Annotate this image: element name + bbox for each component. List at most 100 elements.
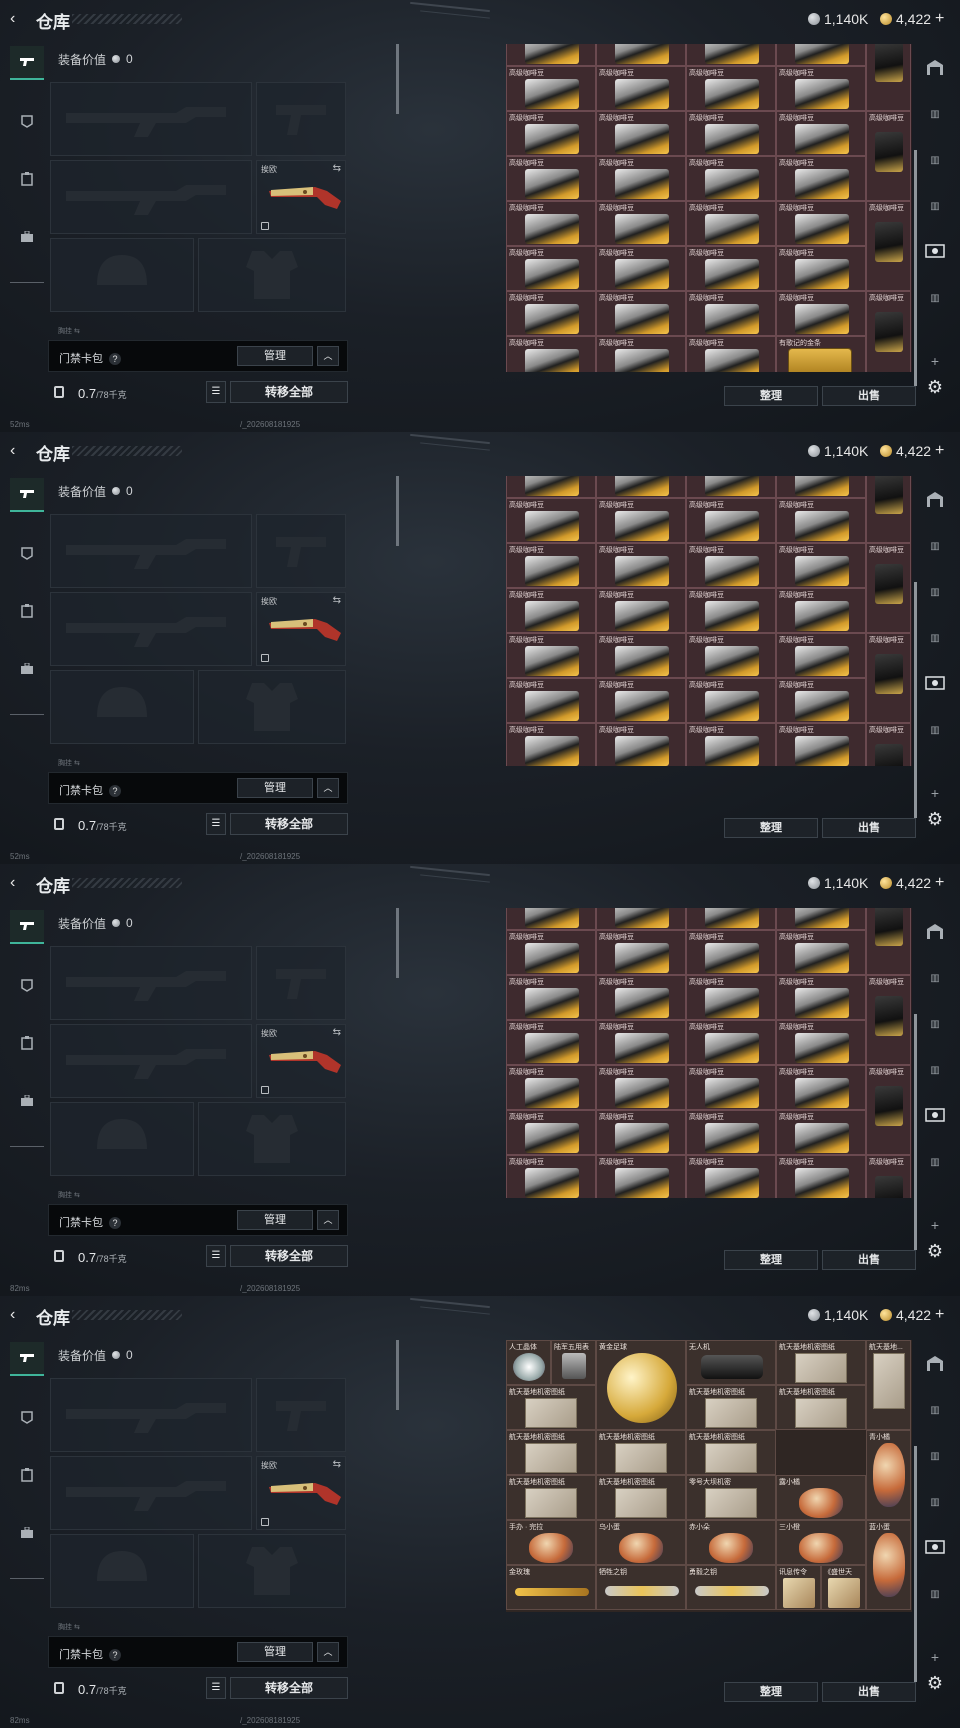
coffee-bean-cell[interactable]: 高级咖啡豆 <box>776 498 866 543</box>
storage-slot-icon[interactable]: ▥ <box>922 1400 948 1422</box>
helmet-slot[interactable] <box>50 1534 194 1608</box>
storage-slot-icon[interactable]: ▥ <box>922 1492 948 1514</box>
collectible-cell[interactable]: 陆军五用表 <box>551 1340 596 1385</box>
coffee-bean-cell[interactable]: 高级咖啡豆 <box>686 1020 776 1065</box>
collectible-cell[interactable]: 蓝小蛋 <box>866 1520 911 1610</box>
list-view-button[interactable]: ☰ <box>206 813 226 835</box>
body-armor-slot[interactable] <box>198 238 346 312</box>
camera-storage-icon[interactable] <box>922 1106 948 1128</box>
coffee-bean-cell[interactable]: 高级咖啡豆 <box>506 678 596 723</box>
settings-gear-icon[interactable]: ⚙ <box>922 376 948 398</box>
coffee-bean-cell[interactable]: 高级咖啡豆 <box>506 908 596 930</box>
coffee-bean-cell[interactable]: 高级咖啡豆 <box>506 930 596 975</box>
collapse-button[interactable]: ︿ <box>317 1210 339 1230</box>
coffee-bean-cell[interactable]: 高级咖啡豆 <box>686 291 776 336</box>
storage-slot-icon[interactable]: ▥ <box>922 288 948 310</box>
collectible-cell[interactable]: 手办 · 完拉 <box>506 1520 596 1565</box>
list-view-button[interactable]: ☰ <box>206 1677 226 1699</box>
storage-slot-icon[interactable]: ▥ <box>922 968 948 990</box>
add-currency-icon[interactable]: + <box>935 443 944 459</box>
transfer-all-button[interactable]: 转移全部 <box>230 1677 348 1699</box>
coffee-bean-cell[interactable]: 高级咖啡豆 <box>596 66 686 111</box>
coffee-bean-cell[interactable]: 高级咖啡豆 <box>596 336 686 372</box>
primary-weapon-slot[interactable] <box>50 514 252 588</box>
briefcase-tab-icon[interactable] <box>10 1084 44 1118</box>
settings-gear-icon[interactable]: ⚙ <box>922 1240 948 1262</box>
manage-button[interactable]: 管理 <box>237 346 313 366</box>
melee-slot[interactable]: 挨欧 ⇆ <box>256 1456 346 1530</box>
coffee-bean-cell[interactable]: 高级咖啡豆 <box>506 1110 596 1155</box>
coffee-bean-cell[interactable]: 高级咖啡豆 <box>506 246 596 291</box>
list-view-button[interactable]: ☰ <box>206 381 226 403</box>
coffee-bean-cell[interactable]: 高级咖啡豆 <box>506 201 596 246</box>
collapse-button[interactable]: ︿ <box>317 1642 339 1662</box>
inventory-scrollbar[interactable] <box>914 1446 917 1682</box>
coffee-bean-cell[interactable]: 高级咖啡豆 <box>776 201 866 246</box>
add-currency-icon[interactable]: + <box>935 11 944 27</box>
collectible-cell[interactable]: 勇毅之钥 <box>686 1565 776 1610</box>
coffee-bean-cell[interactable]: 高级咖啡豆 <box>596 930 686 975</box>
collectible-cell[interactable]: 无人机 <box>686 1340 776 1385</box>
collectible-cell[interactable]: 航天基地机密图纸 <box>686 1430 776 1475</box>
storage-slot-icon[interactable]: ▥ <box>922 1446 948 1468</box>
sort-button[interactable]: 整理 <box>724 1682 818 1702</box>
briefcase-tab-icon[interactable] <box>10 652 44 686</box>
weapon-tab-icon[interactable] <box>10 478 44 512</box>
inventory-grid[interactable]: 高级咖啡豆 高级咖啡豆 高级咖啡豆 高级咖啡豆 高级咖啡豆 高级咖啡豆 高级咖啡豆 高级咖啡豆… <box>506 44 912 372</box>
coffee-bag-cell[interactable]: 高级咖啡豆 <box>866 975 911 1065</box>
body-armor-slot[interactable] <box>198 670 346 744</box>
coffee-bean-cell[interactable]: 高级咖啡豆 <box>686 498 776 543</box>
settings-gear-icon[interactable]: ⚙ <box>922 808 948 830</box>
coffee-bean-cell[interactable]: 高级咖啡豆 <box>686 975 776 1020</box>
collectible-cell[interactable]: 露小橘 <box>776 1475 866 1520</box>
sort-button[interactable]: 整理 <box>724 818 818 838</box>
list-view-button[interactable]: ☰ <box>206 1245 226 1267</box>
pistol-slot[interactable] <box>256 82 346 156</box>
pistol-slot[interactable] <box>256 1378 346 1452</box>
coffee-bean-cell[interactable]: 高级咖啡豆 <box>686 336 776 372</box>
add-storage-icon[interactable]: + <box>922 350 948 372</box>
coffee-bean-cell[interactable]: 高级咖啡豆 <box>596 498 686 543</box>
equipment-scrollbar[interactable] <box>396 44 399 114</box>
coffee-bean-cell[interactable]: 高级咖啡豆 <box>596 543 686 588</box>
help-icon[interactable]: ? <box>109 1217 121 1229</box>
collectible-cell[interactable]: 航天基地机密图纸 <box>506 1430 596 1475</box>
equipment-scrollbar[interactable] <box>396 476 399 546</box>
coffee-bean-cell[interactable]: 高级咖啡豆 <box>686 543 776 588</box>
coffee-bean-cell[interactable]: 高级咖啡豆 <box>506 111 596 156</box>
helmet-slot[interactable] <box>50 670 194 744</box>
garage-icon[interactable] <box>922 922 948 944</box>
coffee-bean-cell[interactable]: 高级咖啡豆 <box>506 476 596 498</box>
inventory-grid[interactable]: 高级咖啡豆 高级咖啡豆 高级咖啡豆 高级咖啡豆 高级咖啡豆 高级咖啡豆 高级咖啡豆 高级咖啡豆… <box>506 476 912 766</box>
coffee-bean-cell[interactable]: 高级咖啡豆 <box>776 111 866 156</box>
storage-slot-icon[interactable]: ▥ <box>922 1152 948 1174</box>
coffee-bean-cell[interactable]: 高级咖啡豆 <box>686 930 776 975</box>
camera-storage-icon[interactable] <box>922 674 948 696</box>
add-storage-icon[interactable]: + <box>922 1214 948 1236</box>
coffee-bean-cell[interactable]: 高级咖啡豆 <box>776 723 866 766</box>
coffee-bean-cell[interactable]: 高级咖啡豆 <box>776 156 866 201</box>
sort-button[interactable]: 整理 <box>724 1250 818 1270</box>
coffee-bean-cell[interactable]: 高级咖啡豆 <box>686 678 776 723</box>
coffee-bag-cell[interactable]: 高级咖啡豆 <box>866 633 911 723</box>
back-arrow-icon[interactable]: ‹ <box>10 11 26 27</box>
sell-button[interactable]: 出售 <box>822 386 916 406</box>
collectible-cell[interactable]: 航天基地机密图纸 <box>596 1475 686 1520</box>
coffee-bag-cell[interactable]: 高级咖啡豆 <box>866 291 911 372</box>
armor-tab-icon[interactable] <box>10 1400 44 1434</box>
storage-slot-icon[interactable]: ▥ <box>922 720 948 742</box>
coffee-bean-cell[interactable]: 高级咖啡豆 <box>686 723 776 766</box>
equipment-scrollbar[interactable] <box>396 1340 399 1410</box>
weapon-tab-icon[interactable] <box>10 46 44 80</box>
collapse-button[interactable]: ︿ <box>317 778 339 798</box>
inventory-grid[interactable]: 高级咖啡豆 高级咖啡豆 高级咖啡豆 高级咖啡豆 高级咖啡豆 高级咖啡豆 高级咖啡豆 高级咖啡豆… <box>506 908 912 1198</box>
swap-icon[interactable]: ⇆ <box>333 1027 341 1038</box>
add-storage-icon[interactable]: + <box>922 782 948 804</box>
secondary-weapon-slot[interactable] <box>50 160 252 234</box>
pistol-slot[interactable] <box>256 514 346 588</box>
collectible-cell[interactable]: 航天基地机密图纸 <box>686 1385 776 1430</box>
coffee-bean-cell[interactable]: 高级咖啡豆 <box>776 908 866 930</box>
secondary-weapon-slot[interactable] <box>50 592 252 666</box>
primary-weapon-slot[interactable] <box>50 946 252 1020</box>
camera-storage-icon[interactable] <box>922 1538 948 1560</box>
